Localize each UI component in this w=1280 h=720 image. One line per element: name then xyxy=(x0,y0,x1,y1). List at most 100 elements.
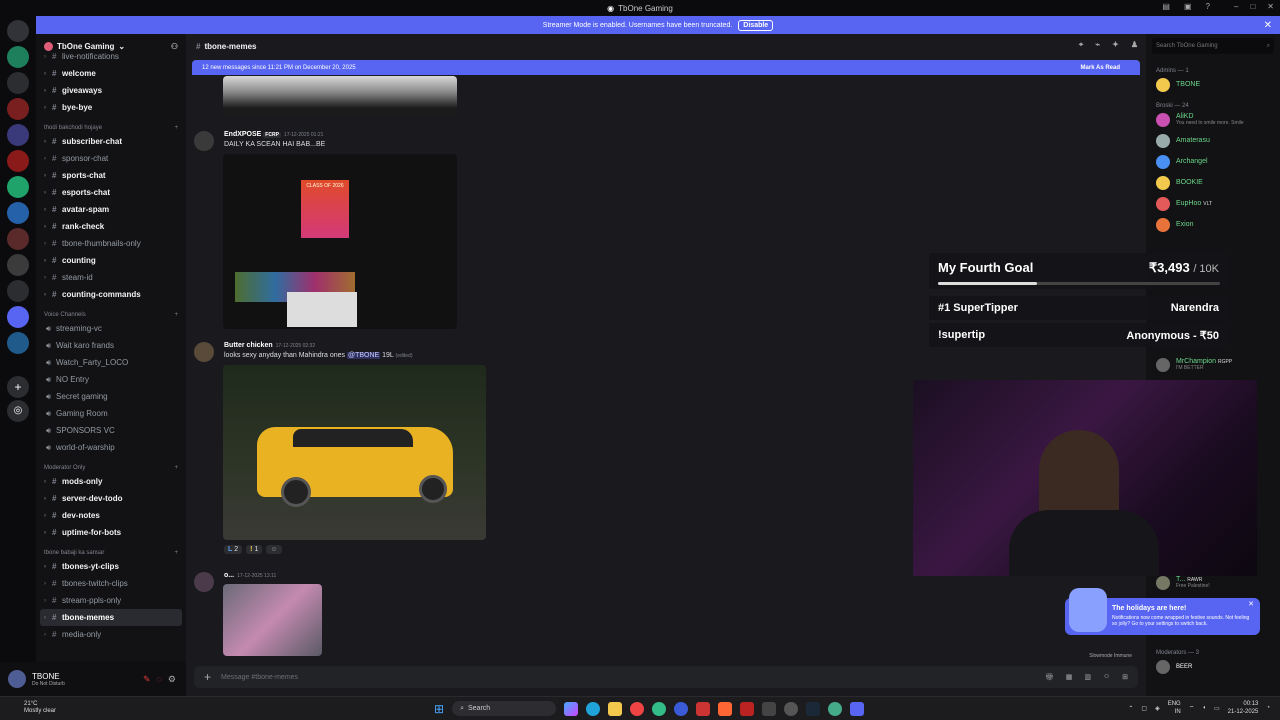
add-channel-icon[interactable]: + xyxy=(174,550,178,556)
minimize-button[interactable]: – xyxy=(1234,2,1238,11)
invite-icon[interactable]: ⚇ xyxy=(171,42,178,51)
voice-channel[interactable]: 🔊︎ Wait karo frands xyxy=(36,337,186,354)
message-author[interactable]: Butter chicken xyxy=(224,342,273,349)
holiday-notification-toast[interactable]: The holidays are here! Notifications now… xyxy=(1065,588,1260,635)
app-icon[interactable] xyxy=(696,701,711,716)
weather-widget[interactable]: 21°C Mostly clear xyxy=(10,701,56,715)
channel-category[interactable]: Moderator Only + xyxy=(36,456,186,473)
text-channel[interactable]: › # tbone-memes xyxy=(40,609,182,626)
server-icon[interactable] xyxy=(7,176,29,198)
text-channel[interactable]: › # server-dev-todo xyxy=(36,490,186,507)
text-channel[interactable]: › # mods-only xyxy=(36,473,186,490)
discord-icon[interactable] xyxy=(850,701,865,716)
mute-icon[interactable]: ✎ xyxy=(143,674,151,685)
reaction[interactable]: ! 1 xyxy=(246,545,263,554)
text-channel[interactable]: › # sponsor-chat xyxy=(36,150,186,167)
channel-category[interactable]: thodi bakchodi hojaye + xyxy=(36,116,186,133)
language-indicator[interactable]: ENG IN xyxy=(1168,700,1181,716)
screen-icon[interactable]: ▣ xyxy=(1184,2,1192,11)
text-channel[interactable]: › # dev-notes xyxy=(36,507,186,524)
text-channel[interactable]: › # welcome xyxy=(36,65,186,82)
server-icon[interactable] xyxy=(7,254,29,276)
avatar[interactable] xyxy=(194,131,214,151)
message-author[interactable]: o... xyxy=(224,572,234,579)
tray-app-icon[interactable]: ◈ xyxy=(1155,705,1160,712)
server-icon[interactable] xyxy=(7,72,29,94)
message-image[interactable]: CLASS OF 2026 xyxy=(223,154,457,329)
server-icon[interactable] xyxy=(7,280,29,302)
text-channel[interactable]: › # counting-commands xyxy=(36,286,186,303)
server-icon[interactable] xyxy=(7,332,29,354)
file-explorer-icon[interactable] xyxy=(608,701,623,716)
text-channel[interactable]: › # rank-check xyxy=(36,218,186,235)
server-icon[interactable] xyxy=(7,228,29,250)
message-input[interactable]: Message #tbone-memes xyxy=(221,674,298,681)
member[interactable]: BOOKIE xyxy=(1146,172,1280,193)
member[interactable]: AliKD You need to smile more. Smile xyxy=(1146,109,1280,130)
taskbar-search[interactable]: ⌕ Search xyxy=(452,701,557,716)
maximize-button[interactable]: □ xyxy=(1250,2,1255,11)
home-icon[interactable] xyxy=(7,20,29,42)
pin-icon[interactable]: ✦ xyxy=(1112,40,1119,50)
edge-icon[interactable] xyxy=(586,701,601,716)
inbox-icon[interactable]: ▤ xyxy=(1162,2,1170,11)
message-image[interactable] xyxy=(223,584,322,656)
steam-icon[interactable] xyxy=(806,701,821,716)
voice-channel[interactable]: 🔊︎ streaming-vc xyxy=(36,320,186,337)
server-icon[interactable] xyxy=(7,202,29,224)
voice-channel[interactable]: 🔊︎ world-of-warship xyxy=(36,439,186,456)
app-icon[interactable] xyxy=(762,701,777,716)
notification-icon[interactable]: ⌁ xyxy=(1095,40,1100,50)
discover-icon[interactable]: ◎ xyxy=(7,400,29,422)
server-icon[interactable] xyxy=(7,306,29,328)
member[interactable]: TBONE xyxy=(1146,74,1280,95)
member[interactable]: Amaterasu xyxy=(1146,130,1280,151)
voice-channel[interactable]: 🔊︎ Watch_Farty_LOCO xyxy=(36,354,186,371)
add-channel-icon[interactable]: + xyxy=(174,465,178,471)
app-icon[interactable] xyxy=(784,701,799,716)
voice-channel[interactable]: 🔊︎ SPONSORS VC xyxy=(36,422,186,439)
member[interactable]: EupHoo VLT xyxy=(1146,193,1280,214)
server-icon[interactable] xyxy=(7,150,29,172)
voice-channel[interactable]: 🔊︎ NO Entry xyxy=(36,371,186,388)
text-channel[interactable]: › # tbone-thumbnails-only xyxy=(36,235,186,252)
text-channel[interactable]: › # giveaways xyxy=(36,82,186,99)
chrome-icon[interactable] xyxy=(630,701,645,716)
text-channel[interactable]: › # bye-bye xyxy=(36,99,186,116)
text-channel[interactable]: › # subscriber-chat xyxy=(36,133,186,150)
emoji-icon[interactable]: ☺ xyxy=(1103,673,1110,681)
close-banner-icon[interactable]: ✕ xyxy=(1264,20,1272,31)
server-icon[interactable] xyxy=(7,46,29,68)
brave-icon[interactable] xyxy=(718,701,733,716)
message-author[interactable]: EndXPOSE xyxy=(224,131,261,138)
avatar[interactable] xyxy=(8,670,26,688)
add-reaction-icon[interactable]: ☺ xyxy=(266,545,282,554)
server-icon[interactable] xyxy=(7,124,29,146)
tray-chevron-icon[interactable]: ⌃ xyxy=(1128,705,1133,712)
text-channel[interactable]: › # esports-chat xyxy=(36,184,186,201)
chrome-icon[interactable] xyxy=(828,701,843,716)
valorant-icon[interactable] xyxy=(740,701,755,716)
voice-channel[interactable]: 🔊︎ Secret gaming xyxy=(36,388,186,405)
battery-icon[interactable]: ▭ xyxy=(1214,705,1220,712)
search-input[interactable]: Search TbOne Gaming ⌕ xyxy=(1152,38,1274,54)
add-server-icon[interactable]: + xyxy=(7,376,29,398)
help-icon[interactable]: ? xyxy=(1206,2,1210,11)
sticker-icon[interactable]: ▥ xyxy=(1084,673,1091,681)
mark-as-read-button[interactable]: Mark As Read xyxy=(1081,65,1120,71)
reaction[interactable]: L 2 xyxy=(224,545,243,554)
windows-start-icon[interactable]: ⊞ xyxy=(434,702,444,716)
text-channel[interactable]: › # sports-chat xyxy=(36,167,186,184)
text-channel[interactable]: › # steam-id xyxy=(36,269,186,286)
text-channel[interactable]: › # counting xyxy=(36,252,186,269)
copilot-icon[interactable] xyxy=(564,701,579,716)
tray-app-icon[interactable]: ▢ xyxy=(1141,705,1147,712)
new-messages-bar[interactable]: 12 new messages since 11:21 PM on Decemb… xyxy=(192,60,1140,75)
member[interactable]: Archangel xyxy=(1146,151,1280,172)
clock[interactable]: 00:13 21-12-2025 xyxy=(1228,700,1259,716)
member[interactable]: MrChampion RGPP I'M BETTER xyxy=(1146,354,1280,375)
text-channel[interactable]: › # avatar-spam xyxy=(36,201,186,218)
add-channel-icon[interactable]: + xyxy=(174,125,178,131)
close-window-button[interactable]: ✕ xyxy=(1267,2,1274,11)
members-icon[interactable]: ♟ xyxy=(1131,40,1138,50)
